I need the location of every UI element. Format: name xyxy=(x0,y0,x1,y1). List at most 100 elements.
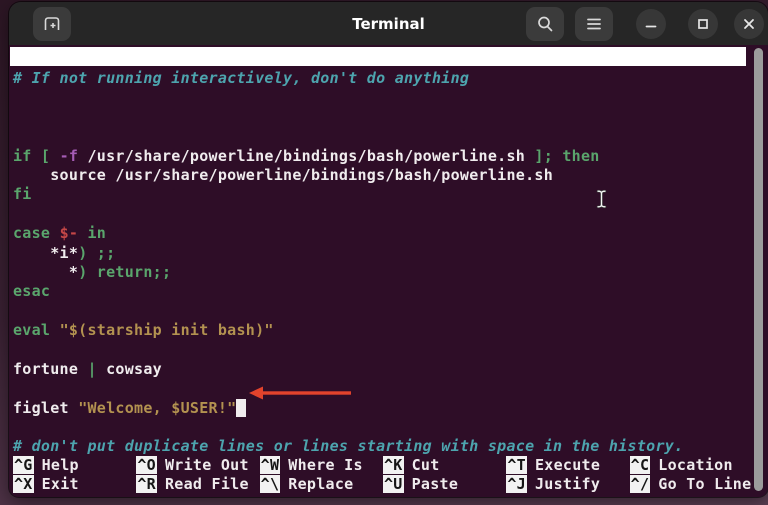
shortcut-key: ^U xyxy=(383,475,404,494)
code-segment: in xyxy=(78,224,107,243)
code-segment: fi xyxy=(13,185,32,204)
maximize-button[interactable] xyxy=(688,8,718,39)
code-segment: -f xyxy=(59,146,88,165)
terminal-line: eval "$(starship init bash)" xyxy=(13,321,768,340)
menu-button[interactable] xyxy=(575,6,613,41)
code-segment: "Welcome, $USER!" xyxy=(78,398,237,417)
shortcut-paste: ^U Paste xyxy=(383,475,506,494)
shortcut-row: ^X Exit ^R Read File ^\ Replace ^U Paste ^J Justi… xyxy=(13,475,753,494)
shortcut-cut: ^K Cut xyxy=(383,455,506,474)
code-segment: eval xyxy=(13,321,60,340)
shortcut-key: ^C xyxy=(629,455,651,474)
hamburger-icon xyxy=(586,17,602,31)
terminal-line: case $- in xyxy=(13,224,768,243)
shortcut-label: Paste xyxy=(411,475,459,494)
shortcut-key: ^X xyxy=(13,475,34,494)
terminal-line: *i*) ;; xyxy=(13,244,768,263)
terminal-line: if [ -f /usr/share/powerline/bindings/ba… xyxy=(13,147,768,166)
shortcut-label: Go To Line xyxy=(658,475,752,494)
desktop-background: { "window": { "title": "Terminal" }, "ti… xyxy=(0,0,768,505)
code-segment: "$(starship init bash)" xyxy=(59,321,274,340)
code-segment: if [ xyxy=(13,146,60,165)
new-tab-button[interactable] xyxy=(33,6,71,41)
nano-cursor xyxy=(236,398,246,417)
shortcut-go-to-line: ^/ Go To Line xyxy=(629,475,753,494)
code-segment: *i* xyxy=(13,243,79,262)
terminal-line: figlet "Welcome, $USER!" xyxy=(13,398,768,418)
titlebar: Terminal xyxy=(9,2,768,45)
code-segment: $- xyxy=(59,224,79,243)
maximize-icon xyxy=(696,17,710,31)
terminal-lines: # If not running interactively, don't do… xyxy=(9,66,768,457)
shortcut-exit: ^X Exit xyxy=(13,475,136,494)
terminal-screen[interactable]: GNU nano 7.2 /home/itslinuxfoss/.bashrc … xyxy=(9,45,768,497)
shortcut-bar: ^G Help ^O Write Out ^W Where Is ^K Cut ^T Execut… xyxy=(13,455,753,494)
shortcut-key: ^O xyxy=(136,455,157,474)
terminal-line: fi xyxy=(13,185,768,204)
shortcut-replace: ^\ Replace xyxy=(259,475,383,494)
shortcut-execute: ^T Execute xyxy=(506,455,629,474)
code-segment: ]; then xyxy=(534,146,600,165)
shortcut-label: Help xyxy=(41,455,79,474)
terminal-line: fortune | cowsay xyxy=(13,360,768,379)
shortcut-justify: ^J Justify xyxy=(506,475,629,494)
code-segment: source /usr/share/powerline/bindings/bas… xyxy=(13,165,554,184)
shortcut-key: ^W xyxy=(259,455,281,474)
shortcut-read-file: ^R Read File xyxy=(136,475,259,494)
close-button[interactable] xyxy=(734,8,764,39)
minimize-icon xyxy=(644,17,658,31)
shortcut-label: Execute xyxy=(534,455,601,474)
code-segment: ) return;; xyxy=(78,262,172,281)
shortcut-row: ^G Help ^O Write Out ^W Where Is ^K Cut ^T Execut… xyxy=(13,455,753,474)
search-icon xyxy=(536,15,554,33)
code-segment: | xyxy=(87,359,107,378)
terminal-window: Terminal # If not running interactively,… xyxy=(9,2,768,497)
new-tab-icon xyxy=(43,15,61,32)
shortcut-key: ^T xyxy=(506,455,527,474)
code-segment: cowsay xyxy=(106,359,162,378)
shortcut-label: Exit xyxy=(41,475,79,494)
shortcut-label: Justify xyxy=(534,475,601,494)
shortcut-label: Read File xyxy=(164,475,249,494)
code-segment: case xyxy=(13,224,60,243)
shortcut-location: ^C Location xyxy=(629,455,753,474)
terminal-line: esac xyxy=(13,282,768,301)
code-segment: # If not running interactively, don't do… xyxy=(13,69,470,87)
shortcut-key: ^G xyxy=(13,455,34,474)
close-icon xyxy=(742,17,756,31)
shortcut-label: Replace xyxy=(288,475,354,494)
shortcut-where-is: ^W Where Is xyxy=(259,455,383,474)
shortcut-label: Where Is xyxy=(288,455,363,474)
shortcut-key: ^\ xyxy=(259,475,281,494)
terminal-line: source /usr/share/powerline/bindings/bas… xyxy=(13,166,768,185)
minimize-button[interactable] xyxy=(636,8,666,39)
code-segment: figlet xyxy=(13,398,79,417)
code-segment: ) ;; xyxy=(78,243,116,262)
shortcut-label: Location xyxy=(658,455,733,474)
terminal-line: *) return;; xyxy=(13,263,768,282)
code-segment: * xyxy=(13,262,79,281)
scrollbar[interactable] xyxy=(754,48,763,491)
nano-titlebar: GNU nano 7.2 /home/itslinuxfoss/.bashrc … xyxy=(10,47,746,66)
code-segment: /usr/share/powerline/bindings/bash/power… xyxy=(87,146,535,165)
shortcut-write-out: ^O Write Out xyxy=(136,455,259,474)
shortcut-label: Write Out xyxy=(164,455,249,474)
shortcut-key: ^/ xyxy=(629,475,651,494)
search-button[interactable] xyxy=(526,6,564,41)
terminal-line: # don't put duplicate lines or lines sta… xyxy=(13,437,768,456)
shortcut-key: ^K xyxy=(383,455,404,474)
shortcut-help: ^G Help xyxy=(13,455,136,474)
code-segment: esac xyxy=(13,282,51,301)
shortcut-key: ^R xyxy=(136,475,157,494)
shortcut-label: Cut xyxy=(411,455,440,474)
terminal-line: # If not running interactively, don't do… xyxy=(13,69,768,88)
code-segment: # don't put duplicate lines or lines sta… xyxy=(13,437,684,456)
